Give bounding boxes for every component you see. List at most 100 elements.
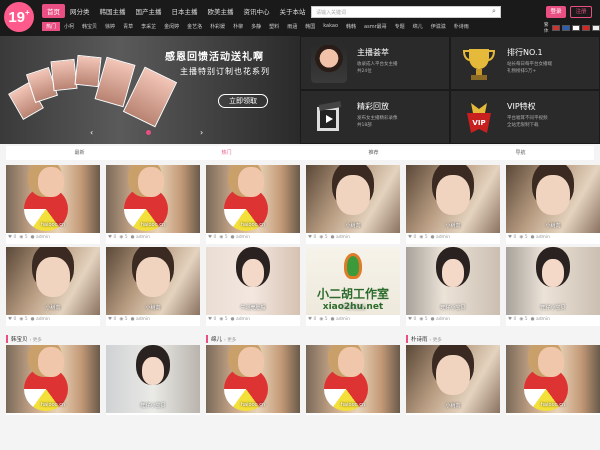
tab-item[interactable]: 导航 [447,146,594,160]
video-card[interactable]: haiooo.cn [206,345,300,415]
flag-icon[interactable] [581,25,590,31]
nav-item[interactable]: 日本主播 [167,4,203,18]
section-title[interactable]: 韩宝贝 › 更多 [6,335,42,343]
author[interactable]: ● admin [231,235,250,240]
video-card[interactable]: 旺仔小宝贝 [106,345,200,415]
subnav-item[interactable]: kakao [319,22,342,31]
subnav-item[interactable]: 伊滋滋 [427,22,450,31]
nav-item[interactable]: 韩国主播 [95,4,131,18]
claim-button[interactable]: 立即领取 [218,94,268,108]
subnav-item[interactable]: 金艺洛 [183,22,206,31]
video-card[interactable]: 小树向 ♥ 0 ◉ 5 ● admin [306,165,400,244]
author-name[interactable]: admin [536,317,550,322]
banner-prev-arrow[interactable]: ‹ [90,128,93,137]
subnav-item[interactable]: 朴柳 [229,22,247,31]
language-switcher[interactable]: 繁体 [544,22,600,34]
flag-icon[interactable] [551,25,560,31]
subnav-item[interactable]: 金闵婷 [160,22,183,31]
feature-replay[interactable]: 精彩回放 发布女主播精彩录像 共18部 [300,90,450,144]
author-name[interactable]: admin [236,317,250,322]
site-logo[interactable]: 19 + [4,2,34,32]
author[interactable]: ● admin [431,317,450,322]
video-card[interactable]: haiooo.cn ♥ 0 ◉ 5 ● admin [6,165,100,244]
flag-icon[interactable] [591,25,600,31]
subnav-item[interactable]: 朴彩媛 [206,22,229,31]
author-name[interactable]: admin [436,317,450,322]
subnav-item[interactable]: 韩韩 [342,22,360,31]
register-button[interactable]: 注册 [570,6,592,18]
video-card[interactable]: haiooo.cn ♥ 0 ◉ 5 ● admin [106,165,200,244]
video-card[interactable]: 小树向 ♥ 0 ◉ 5 ● admin [506,165,600,244]
subnav-item[interactable]: 雨涵 [283,22,301,31]
subnav-item[interactable]: 多静 [247,22,265,31]
banner-next-arrow[interactable]: › [200,128,203,137]
subnav-item[interactable]: 徐婷 [101,22,119,31]
video-card[interactable]: 小二胡工作室 千逼壳肚般 ♥ 0 ◉ 5 ● admin [306,247,400,326]
video-card[interactable]: 小树向 ♥ 0 ◉ 5 ● admin [6,247,100,326]
author-name[interactable]: admin [136,317,150,322]
author-name[interactable]: admin [36,317,50,322]
author[interactable]: ● admin [531,235,550,240]
video-card[interactable]: 小树向 [406,345,500,415]
author-name[interactable]: admin [336,317,350,322]
nav-item[interactable]: 欧美主播 [203,4,239,18]
video-card[interactable]: haiooo.cn [306,345,400,415]
feature-hosts[interactable]: 主播荟萃 收录成人平台女主播 共24位 [300,36,450,90]
video-card[interactable]: 小树向 ♥ 0 ◉ 5 ● admin [106,247,200,326]
subnav-item[interactable]: 小柯 [60,22,78,31]
nav-item[interactable]: 网分类 [65,4,95,18]
subnav-item[interactable]: 韩国 [301,22,319,31]
tab-item[interactable]: 最新 [6,146,153,160]
nav-item[interactable]: 首页 [42,4,65,18]
feature-vip[interactable]: VIP VIP特权 平台嘘耳不同平视频 全站无限制下载 [450,90,600,144]
author[interactable]: ● admin [531,317,550,322]
banner-dot[interactable] [146,130,151,135]
subnav-item[interactable]: 韩宝贝 [78,22,101,31]
tab-item[interactable]: 热门 [153,146,300,160]
author[interactable]: ● admin [331,235,350,240]
section-title[interactable]: 朴诗雨 › 更多 [406,335,442,343]
author[interactable]: ● admin [331,317,350,322]
subnav-item[interactable]: 朴诗雨 [450,22,473,31]
subnav-item[interactable]: 青草 [119,22,137,31]
author[interactable]: ● admin [131,317,150,322]
likes-value: 5 [324,235,328,240]
author-name[interactable]: admin [236,235,250,240]
video-card[interactable]: 旺仔小宝贝 ♥ 0 ◉ 5 ● admin [506,247,600,326]
nav-item[interactable]: 关于本站 [275,4,311,18]
video-card[interactable]: haiooo.cn [506,345,600,415]
video-card[interactable]: haiooo.cn ♥ 0 ◉ 5 ● admin [206,165,300,244]
login-button[interactable]: 登录 [546,6,566,18]
video-card[interactable]: 小树向 ♥ 0 ◉ 5 ● admin [406,165,500,244]
video-card[interactable]: haiooo.cn [6,345,100,415]
author[interactable]: ● admin [31,235,50,240]
feature-rank[interactable]: 排行NO.1 站长每日每平台女播端 礼物榜排5万+ [450,36,600,90]
author-name[interactable]: admin [36,235,50,240]
subnav-item[interactable]: 塑料 [265,22,283,31]
author[interactable]: ● admin [231,317,250,322]
author[interactable]: ● admin [131,235,150,240]
nav-item[interactable]: 国产主播 [131,4,167,18]
subnav-item[interactable]: 李采芷 [137,22,160,31]
author[interactable]: ● admin [431,235,450,240]
subnav-item[interactable]: 绵儿 [409,22,427,31]
author-name[interactable]: admin [436,235,450,240]
author[interactable]: ● admin [31,317,50,322]
tab-item[interactable]: 推荐 [300,146,447,160]
author-name[interactable]: admin [336,235,350,240]
author-name[interactable]: admin [536,235,550,240]
subnav-item[interactable]: asmr最哥 [360,22,391,31]
section-title[interactable]: 绵儿 › 更多 [206,335,236,343]
subnav-item[interactable]: 专题 [391,22,409,31]
search-input[interactable]: 请输入关键词 [311,6,501,18]
video-card[interactable]: 牛逼壳肚般 ♥ 0 ◉ 5 ● admin [206,247,300,326]
flag-icon[interactable] [571,25,580,31]
search-icon[interactable]: ⌕ [489,7,499,17]
author-name[interactable]: admin [136,235,150,240]
flag-icon[interactable] [561,25,570,31]
nav-item[interactable]: 资讯中心 [239,4,275,18]
subnav-item[interactable]: 热门 [42,22,61,31]
lang-label[interactable]: 繁体 [544,22,549,34]
promo-banner[interactable]: 感恩回馈活动送礼啊 主播特别订制也花系列 立即领取 ‹ › [0,36,300,144]
video-card[interactable]: 旺仔小宝贝 ♥ 0 ◉ 5 ● admin [406,247,500,326]
